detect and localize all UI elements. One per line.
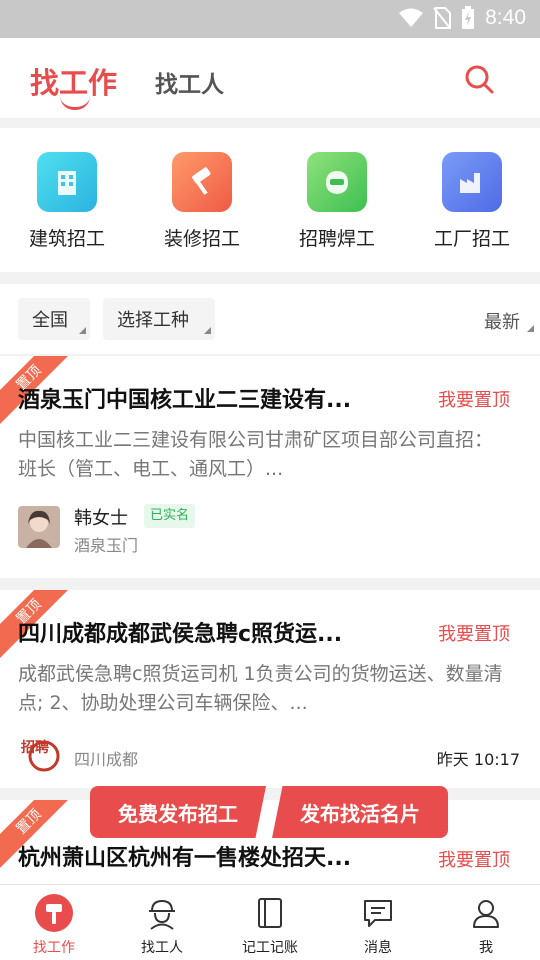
- job-description: 成都武侯急聘c照货运司机 1负责公司的货物运送、数量清点; 2、协助处理公司车辆…: [18, 663, 503, 714]
- dropdown-triangle-icon: [527, 325, 534, 332]
- dropdown-triangle-icon: [204, 327, 211, 334]
- sort-filter-label: 最新: [484, 312, 520, 333]
- avatar: [18, 506, 60, 548]
- region-filter[interactable]: 全国: [18, 298, 90, 340]
- worker-helmet-icon: [142, 893, 182, 933]
- job-title[interactable]: 酒泉玉门中国核工业二三建设有...: [18, 382, 413, 414]
- search-icon[interactable]: [464, 64, 494, 94]
- category-decoration[interactable]: 装修招工: [147, 152, 257, 251]
- clock: 8:40: [485, 6, 526, 29]
- bottom-tab-bar: 找工作 找工人 记工记账 消息 我: [0, 884, 540, 960]
- notebook-icon: [250, 893, 290, 933]
- tab-label: 我: [479, 940, 493, 956]
- profile-icon: [466, 893, 506, 933]
- job-title[interactable]: 四川成都成都武侯急聘c照货运...: [18, 616, 413, 648]
- tab-me-bottom[interactable]: 我: [432, 893, 540, 957]
- region-filter-label: 全国: [32, 310, 68, 331]
- recruit-logo-text: 招聘: [21, 739, 49, 756]
- paint-roller-icon: [172, 152, 232, 212]
- post-card-button[interactable]: 发布找活名片: [272, 786, 448, 838]
- post-job-button[interactable]: 免费发布招工: [90, 786, 266, 838]
- trade-filter-label: 选择工种: [117, 310, 189, 331]
- wifi-icon: [399, 8, 424, 27]
- tab-label: 消息: [364, 940, 392, 956]
- active-tab-indicator: [60, 96, 90, 110]
- battery-charging-icon: [462, 6, 475, 29]
- category-welder[interactable]: 招聘焊工: [282, 152, 392, 251]
- job-card[interactable]: 置顶 四川成都成都武侯急聘c照货运... 我要置顶 成都武侯急聘c照货运司机 1…: [0, 590, 540, 788]
- job-hammer-icon: [34, 893, 74, 933]
- poster-name: 韩女士: [74, 508, 128, 529]
- category-label: 招聘焊工: [298, 228, 375, 250]
- tab-find-worker[interactable]: 找工人: [155, 65, 224, 99]
- tab-label: 记工记账: [242, 940, 298, 956]
- filter-bar: 全国 选择工种 最新: [0, 284, 540, 354]
- job-title[interactable]: 杭州萧山区杭州有一售楼处招天...: [18, 840, 413, 872]
- post-time: 昨天 10:17: [436, 750, 520, 769]
- category-grid: 建筑招工 装修招工 招聘焊工 工厂招工: [0, 128, 540, 272]
- job-card[interactable]: 置顶 酒泉玉门中国核工业二三建设有... 我要置顶 中国核工业二三建设有限公司甘…: [0, 356, 540, 578]
- recruit-logo-icon: 招聘: [18, 734, 60, 776]
- factory-icon: [442, 152, 502, 212]
- verified-badge: 已实名: [144, 504, 196, 528]
- category-building[interactable]: 建筑招工: [12, 152, 122, 251]
- category-label: 装修招工: [163, 228, 240, 250]
- message-icon: [358, 893, 398, 933]
- top-header: 找工作 找工人: [0, 38, 540, 118]
- no-sim-icon: [433, 7, 452, 29]
- job-location: 四川成都: [74, 750, 139, 769]
- tab-find-job-bottom[interactable]: 找工作: [0, 893, 108, 957]
- sort-filter[interactable]: 最新: [484, 308, 534, 334]
- tab-accounting-bottom[interactable]: 记工记账: [216, 893, 324, 957]
- welding-mask-icon: [307, 152, 367, 212]
- building-icon: [37, 152, 97, 212]
- category-factory[interactable]: 工厂招工: [417, 152, 527, 251]
- job-description: 中国核工业二三建设有限公司甘肃矿区项目部公司直招： 班长（管工、电工、通风工）.…: [18, 429, 494, 480]
- tab-label: 找工人: [141, 940, 183, 956]
- pin-to-top-button[interactable]: 我要置顶: [438, 846, 510, 872]
- category-label: 建筑招工: [28, 228, 105, 250]
- job-card[interactable]: 置顶 杭州萧山区杭州有一售楼处招天... 我要置顶: [0, 800, 540, 884]
- pin-to-top-button[interactable]: 我要置顶: [438, 620, 510, 646]
- tab-find-worker-bottom[interactable]: 找工人: [108, 893, 216, 957]
- tab-label: 找工作: [33, 940, 75, 956]
- dropdown-triangle-icon: [79, 327, 86, 334]
- job-location: 酒泉玉门: [74, 536, 139, 555]
- trade-filter[interactable]: 选择工种: [103, 298, 215, 340]
- status-bar: 8:40: [0, 0, 540, 38]
- category-label: 工厂招工: [433, 228, 510, 250]
- tab-messages-bottom[interactable]: 消息: [324, 893, 432, 957]
- pin-to-top-button[interactable]: 我要置顶: [438, 386, 510, 412]
